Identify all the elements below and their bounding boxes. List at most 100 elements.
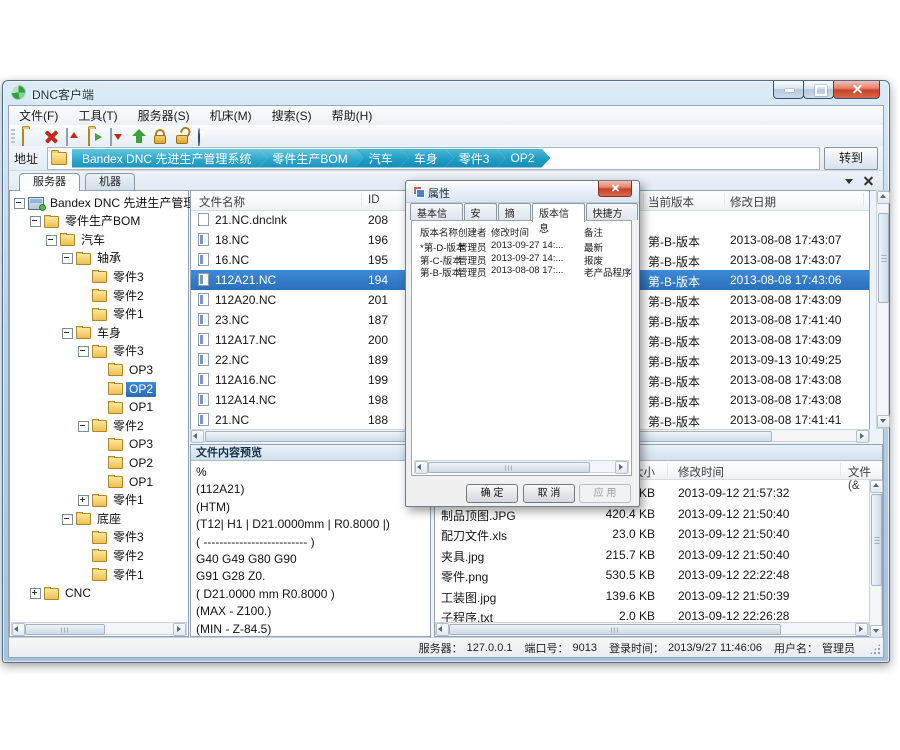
column-creator[interactable]: 创建者 [458, 225, 487, 239]
close-button[interactable] [833, 81, 880, 99]
cell: 第-B-版本 [648, 313, 700, 330]
scroll-left-icon[interactable] [191, 430, 204, 443]
tab-server[interactable]: 服务器 [19, 173, 80, 191]
cell: 第-B-版本 [648, 333, 700, 350]
expand-minus-icon[interactable] [78, 346, 89, 357]
attachment-row[interactable]: 夹具.jpg215.7 KB2013-09-12 21:50:40 [435, 545, 882, 565]
menu-item-0[interactable]: 文件(F) [9, 107, 68, 124]
upload-icon[interactable] [129, 127, 151, 145]
panel-close-icon[interactable] [864, 176, 873, 185]
scroll-left-icon[interactable] [436, 623, 449, 636]
help-icon[interactable] [195, 127, 217, 145]
scroll-left-icon[interactable] [415, 461, 428, 474]
unlock-icon[interactable] [173, 127, 195, 145]
status-value-0: 127.0.0.1 [467, 642, 513, 654]
version-row[interactable]: 第-B-版本管理员2013-08-08 17:...老产品程序 [412, 265, 631, 277]
tree-item[interactable]: CNC [10, 585, 208, 603]
version-row[interactable]: *第-D-版本管理员2013-09-27 14:...最新 [412, 240, 631, 252]
breadcrumb-segment-4[interactable]: 零件3 [445, 149, 506, 168]
tab-machine[interactable]: 机器 [85, 173, 135, 190]
expand-minus-icon[interactable] [78, 421, 89, 432]
column-version-name[interactable]: 版本名称 [420, 225, 458, 239]
folder-icon [92, 569, 107, 581]
menu-item-4[interactable]: 搜索(S) [262, 107, 322, 124]
dialog-tab-4[interactable]: 快捷方式 [586, 203, 639, 220]
title-bar[interactable]: DNC客户端 [3, 81, 889, 105]
open-folder-icon[interactable] [85, 127, 107, 145]
menu-bar: 文件(F)工具(T)服务器(S)机床(M)搜索(S)帮助(H) [9, 106, 883, 126]
dialog-tab-2[interactable]: 摘要 [498, 203, 531, 220]
cell: 22.NC [215, 353, 249, 367]
expand-minus-icon[interactable] [46, 235, 57, 246]
expand-plus-icon[interactable] [30, 588, 41, 599]
scroll-thumb[interactable] [449, 624, 781, 635]
scroll-thumb[interactable] [878, 213, 889, 303]
toolbar-grip[interactable] [11, 129, 15, 143]
menu-item-2[interactable]: 服务器(S) [128, 107, 200, 124]
attachments-vscrollbar[interactable] [869, 479, 882, 639]
chevron-down-icon[interactable] [845, 179, 853, 188]
ok-button[interactable]: 确 定 [466, 484, 518, 503]
scroll-thumb[interactable] [871, 494, 882, 586]
column-note[interactable]: 备注 [584, 225, 603, 239]
delete-icon[interactable] [41, 127, 63, 145]
address-input[interactable]: Bandex DNC 先进生产管理系统零件生产BOM汽车车身零件3OP2 [47, 147, 820, 170]
scroll-right-icon[interactable] [855, 623, 868, 636]
tree-item[interactable]: Bandex DNC 先进生产管理系统 [10, 194, 192, 212]
scroll-right-icon[interactable] [615, 461, 628, 474]
folder-icon [108, 402, 123, 414]
tree-hscrollbar[interactable] [11, 622, 187, 635]
attachment-row[interactable]: 配刀文件.xls23.0 KB2013-09-12 21:50:40 [435, 524, 882, 544]
menu-item-1[interactable]: 工具(T) [68, 107, 127, 124]
version-row[interactable]: 第-C-版本管理员2013-09-27 14:...报废 [412, 253, 631, 265]
check-in-file-icon[interactable] [63, 127, 85, 145]
scroll-up-icon[interactable] [870, 480, 883, 493]
scroll-right-icon[interactable] [173, 623, 186, 636]
tree-item-label: OP1 [126, 475, 156, 490]
new-folder-icon[interactable] [19, 127, 41, 145]
cell: 零件.png [441, 568, 488, 585]
expand-minus-icon[interactable] [62, 514, 73, 525]
tree-item[interactable]: 零件生产BOM [10, 213, 208, 231]
cell: 2013-08-08 17:43:09 [730, 293, 841, 307]
maximize-button[interactable] [803, 81, 834, 99]
file-list-vscrollbar[interactable] [876, 190, 889, 429]
dialog-tab-1[interactable]: 安全 [464, 203, 497, 220]
status-label-0: 服务器： [419, 640, 463, 656]
scroll-right-icon[interactable] [856, 430, 869, 443]
check-out-file-icon[interactable] [107, 127, 129, 145]
scroll-left-icon[interactable] [12, 623, 25, 636]
tree-item-label: OP3 [126, 363, 156, 378]
expand-minus-icon[interactable] [30, 216, 41, 227]
attachments-hscrollbar[interactable] [435, 622, 869, 635]
expand-minus-icon[interactable] [14, 198, 25, 209]
breadcrumb-segment-1[interactable]: 零件生产BOM [258, 149, 363, 168]
scroll-down-icon[interactable] [877, 415, 890, 428]
cancel-button[interactable]: 取 消 [523, 484, 575, 503]
expand-minus-icon[interactable] [62, 328, 73, 339]
cell: 215.7 KB [565, 548, 655, 562]
dialog-close-button[interactable] [598, 181, 632, 197]
menu-item-5[interactable]: 帮助(H) [322, 107, 383, 124]
expand-minus-icon[interactable] [62, 253, 73, 264]
tree-item-label: 零件1 [110, 307, 147, 322]
column-modify-time[interactable]: 修改时间 [491, 225, 529, 239]
dialog-tab-0[interactable]: 基本信息 [410, 203, 463, 220]
attachment-row[interactable]: 零件.png530.5 KB2013-09-12 22:22:48 [435, 565, 882, 585]
go-button[interactable]: 转到 [824, 147, 878, 170]
expand-plus-icon[interactable] [78, 495, 89, 506]
menu-item-3[interactable]: 机床(M) [200, 107, 262, 124]
attachment-row[interactable]: 工装图.jpg139.6 KB2013-09-12 21:50:39 [435, 586, 882, 606]
dialog-title-bar[interactable]: 属性 [406, 181, 639, 203]
minimize-button[interactable] [773, 81, 804, 99]
breadcrumb-segment-0[interactable]: Bandex DNC 先进生产管理系统 [72, 149, 267, 168]
dialog-hscrollbar[interactable] [414, 460, 629, 473]
scroll-up-icon[interactable] [877, 191, 890, 204]
scroll-thumb[interactable] [25, 624, 105, 635]
lock-icon[interactable] [151, 127, 173, 145]
dialog-tab-3[interactable]: 版本信息 [532, 203, 585, 222]
apply-button[interactable]: 应 用 [579, 484, 631, 503]
scroll-thumb[interactable] [428, 462, 590, 473]
cell: 2013-08-08 17:43:07 [730, 233, 841, 247]
cell: 第-B-版本 [648, 353, 700, 370]
